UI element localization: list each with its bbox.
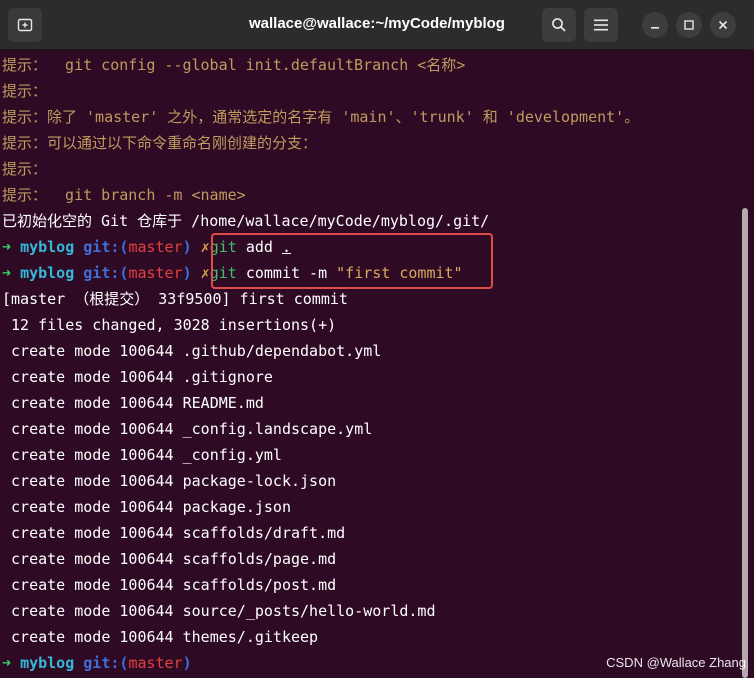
terminal-window: wallace@wallace:~/myCode/myblog 提示： git … xyxy=(0,0,754,678)
hint-line: 提示：可以通过以下命令重命名刚创建的分支： xyxy=(2,134,318,152)
hint-line: 提示： git branch -m <name> xyxy=(2,186,246,204)
close-button[interactable] xyxy=(710,12,736,38)
create-mode-line: create mode 100644 source/_posts/hello-w… xyxy=(2,602,436,620)
prompt-arrow: ➜ xyxy=(2,654,12,672)
hamburger-menu-icon xyxy=(594,19,608,31)
prompt-branch: master xyxy=(128,238,183,256)
create-mode-line: create mode 100644 _config.yml xyxy=(2,446,282,464)
prompt-git-close: ) xyxy=(182,238,192,256)
create-mode-line: create mode 100644 _config.landscape.yml xyxy=(2,420,373,438)
minimize-icon xyxy=(651,27,659,29)
commit-header: [master （根提交） 33f9500] first commit xyxy=(2,290,348,308)
create-mode-line: create mode 100644 package.json xyxy=(2,498,291,516)
highlight-box xyxy=(211,233,493,289)
hint-line: 提示： xyxy=(2,160,48,178)
scrollbar[interactable] xyxy=(742,208,748,678)
create-mode-line: create mode 100644 README.md xyxy=(2,394,264,412)
prompt-git: git:( xyxy=(83,238,129,256)
minimize-button[interactable] xyxy=(642,12,668,38)
prompt-branch: master xyxy=(128,264,183,282)
commit-stats: 12 files changed, 3028 insertions(+) xyxy=(2,316,337,334)
menu-button[interactable] xyxy=(584,8,618,42)
prompt-git: git:( xyxy=(83,654,129,672)
prompt-line-final: ➜ myblog git:(master) xyxy=(2,650,192,676)
hint-line: 提示： xyxy=(2,82,48,100)
close-icon xyxy=(718,20,728,30)
prompt-dirty-mark: ✗ xyxy=(200,264,210,282)
create-mode-line: create mode 100644 themes/.gitkeep xyxy=(2,628,319,646)
prompt-dir: myblog xyxy=(20,654,75,672)
prompt-git: git:( xyxy=(83,264,129,282)
prompt-branch: master xyxy=(128,654,183,672)
window-title: wallace@wallace:~/myCode/myblog xyxy=(249,15,505,32)
prompt-dirty-mark: ✗ xyxy=(200,238,210,256)
prompt-dir: myblog xyxy=(20,264,75,282)
create-mode-line: create mode 100644 package-lock.json xyxy=(2,472,337,490)
search-icon xyxy=(552,18,566,32)
create-mode-line: create mode 100644 .github/dependabot.ym… xyxy=(2,342,382,360)
create-mode-line: create mode 100644 scaffolds/post.md xyxy=(2,576,337,594)
create-mode-line: create mode 100644 scaffolds/page.md xyxy=(2,550,337,568)
prompt-dir: myblog xyxy=(20,238,75,256)
title-bar: wallace@wallace:~/myCode/myblog xyxy=(0,0,754,50)
create-mode-line: create mode 100644 scaffolds/draft.md xyxy=(2,524,346,542)
init-message: 已初始化空的 Git 仓库于 /home/wallace/myCode/mybl… xyxy=(2,212,490,230)
prompt-arrow: ➜ xyxy=(2,238,12,256)
search-button[interactable] xyxy=(542,8,576,42)
prompt-git-close: ) xyxy=(182,654,192,672)
create-mode-line: create mode 100644 .gitignore xyxy=(2,368,273,386)
prompt-git-close: ) xyxy=(182,264,192,282)
maximize-button[interactable] xyxy=(676,12,702,38)
maximize-icon xyxy=(684,20,694,30)
prompt-arrow: ➜ xyxy=(2,264,12,282)
hint-line: 提示：除了 'master' 之外，通常选定的名字有 'main'、'trunk… xyxy=(2,108,640,126)
watermark: CSDN @Wallace Zhang xyxy=(606,655,746,670)
hint-line: 提示： git config --global init.defaultBran… xyxy=(2,56,466,74)
